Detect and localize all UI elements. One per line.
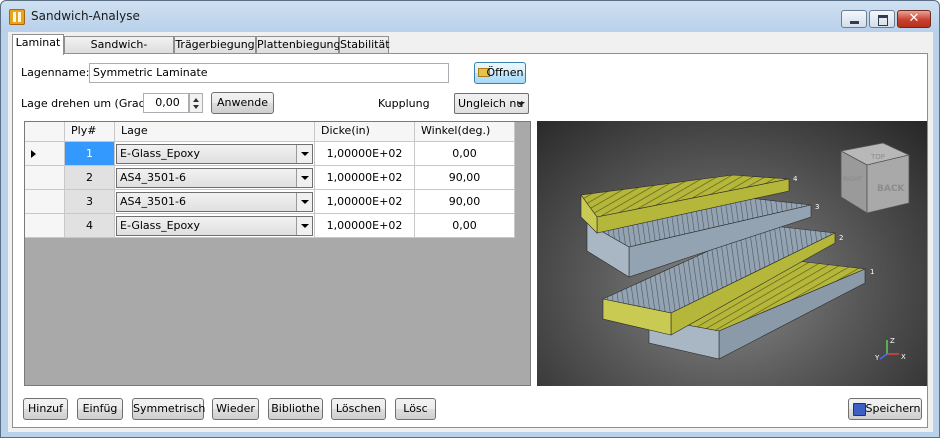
dicke-cell[interactable]: 1,00000E+02: [315, 166, 415, 190]
view-cube-top-label: TOP: [870, 153, 885, 161]
insert-ply-button[interactable]: Einfüg: [77, 398, 123, 420]
tab-sandwich-geometrie[interactable]: Sandwich-Geometrie: [64, 36, 174, 67]
column-header-ply[interactable]: Ply#: [65, 122, 115, 142]
laminate-3d-view: 1 2 3 4 TOP BACK RIGHT Z Y X: [580, 142, 911, 362]
symmetric-button[interactable]: Symmetrisch: [132, 398, 205, 420]
column-header-winkel[interactable]: Winkel(deg.): [415, 122, 515, 142]
lage-select[interactable]: E-Glass_Epoxy: [116, 144, 313, 164]
row-header[interactable]: [25, 214, 65, 238]
table-corner-header: [25, 122, 65, 142]
title-bar[interactable]: Sandwich-Analyse ✕: [1, 1, 939, 31]
axis-label-y: Y: [874, 354, 880, 362]
spin-up-icon[interactable]: [193, 98, 199, 102]
chevron-down-icon[interactable]: [296, 217, 312, 235]
lage-cell[interactable]: E-Glass_Epoxy: [115, 214, 315, 238]
view-cube-right-label: RIGHT: [843, 176, 862, 183]
tab-page-laminat: Lagenname: Symmetric Laminate Öffnen Lag…: [12, 53, 928, 428]
chevron-down-icon: [517, 102, 525, 106]
current-row-arrow-icon: [31, 150, 36, 158]
lage-cell[interactable]: E-Glass_Epoxy: [115, 142, 315, 166]
view-cube[interactable]: TOP BACK RIGHT: [839, 142, 911, 214]
library-button[interactable]: Bibliothe: [268, 398, 323, 420]
open-button[interactable]: Öffnen: [474, 62, 526, 84]
row-header[interactable]: [25, 142, 65, 166]
window-title: Sandwich-Analyse: [31, 9, 140, 23]
maximize-button[interactable]: [869, 10, 895, 28]
rotate-label: Lage drehen um (Grad): [21, 97, 150, 110]
add-ply-button[interactable]: Hinzuf: [23, 398, 68, 420]
ply-label-3: 3: [815, 203, 819, 211]
tab-stabilitaet[interactable]: Stabilität: [339, 36, 390, 54]
open-button-label: Öffnen: [486, 66, 524, 79]
lage-select[interactable]: AS4_3501-6: [116, 192, 313, 212]
client-area: Laminat Sandwich-Geometrie Trägerbiegung…: [8, 32, 933, 432]
row-header[interactable]: [25, 190, 65, 214]
repeat-button[interactable]: Wieder: [212, 398, 259, 420]
ply-label-1: 1: [870, 268, 874, 276]
axis-triad-icon: Z Y X: [874, 337, 906, 362]
row-header[interactable]: [25, 166, 65, 190]
lagenname-field[interactable]: Symmetric Laminate: [89, 63, 449, 83]
close-icon: ✕: [908, 11, 920, 26]
dicke-cell[interactable]: 1,00000E+02: [315, 190, 415, 214]
laminate-3d-viewport[interactable]: 1 2 3 4 TOP BACK RIGHT Z Y X: [537, 121, 927, 386]
delete-all-button[interactable]: Lösc: [395, 398, 436, 420]
spin-down-icon[interactable]: [193, 105, 199, 109]
ply-label-2: 2: [839, 234, 843, 242]
rotate-spinner[interactable]: [189, 93, 203, 113]
lagenname-label: Lagenname:: [21, 66, 90, 79]
winkel-cell[interactable]: 0,00: [415, 142, 515, 166]
winkel-cell[interactable]: 90,00: [415, 166, 515, 190]
minimize-button[interactable]: [841, 10, 867, 28]
app-icon: [9, 9, 25, 25]
kupplung-value: Ungleich nu: [458, 97, 524, 110]
dicke-cell[interactable]: 1,00000E+02: [315, 214, 415, 238]
save-button-label: Speichern: [865, 402, 921, 415]
rotate-angle-field[interactable]: 0,00: [143, 93, 189, 113]
ply-number-cell[interactable]: 4: [65, 214, 115, 238]
save-button[interactable]: Speichern: [848, 398, 922, 420]
tab-traegerbiegung[interactable]: Trägerbiegung: [174, 36, 256, 54]
lage-select[interactable]: AS4_3501-6: [116, 168, 313, 188]
apply-button[interactable]: Anwende: [211, 92, 274, 114]
dicke-cell[interactable]: 1,00000E+02: [315, 142, 415, 166]
chevron-down-icon[interactable]: [296, 169, 312, 187]
ply-label-4: 4: [793, 175, 798, 183]
lage-select[interactable]: E-Glass_Epoxy: [116, 216, 313, 236]
ply-number-cell[interactable]: 2: [65, 166, 115, 190]
kupplung-label: Kupplung: [378, 97, 430, 110]
winkel-cell[interactable]: 0,00: [415, 214, 515, 238]
kupplung-select[interactable]: Ungleich nu: [454, 93, 529, 114]
delete-button[interactable]: Löschen: [331, 398, 386, 420]
column-header-dicke[interactable]: Dicke(in): [315, 122, 415, 142]
lage-cell[interactable]: AS4_3501-6: [115, 166, 315, 190]
chevron-down-icon[interactable]: [296, 145, 312, 163]
tab-plattenbiegung[interactable]: Plattenbiegung: [256, 36, 341, 54]
chevron-down-icon[interactable]: [296, 193, 312, 211]
tab-laminat[interactable]: Laminat: [12, 34, 64, 55]
winkel-cell[interactable]: 90,00: [415, 190, 515, 214]
ply-table: Ply# Lage Dicke(in) Winkel(deg.) 1 E-Gla…: [24, 121, 531, 386]
lage-cell[interactable]: AS4_3501-6: [115, 190, 315, 214]
axis-label-z: Z: [890, 337, 895, 345]
floppy-disk-icon: [853, 403, 866, 416]
axis-label-x: X: [901, 353, 906, 361]
close-button[interactable]: ✕: [897, 10, 931, 28]
ply-number-cell[interactable]: 1: [65, 142, 115, 166]
application-window: Sandwich-Analyse ✕ Laminat Sandwich-Geom…: [0, 0, 940, 438]
view-cube-back-label: BACK: [877, 184, 905, 194]
column-header-lage[interactable]: Lage: [115, 122, 315, 142]
ply-number-cell[interactable]: 3: [65, 190, 115, 214]
